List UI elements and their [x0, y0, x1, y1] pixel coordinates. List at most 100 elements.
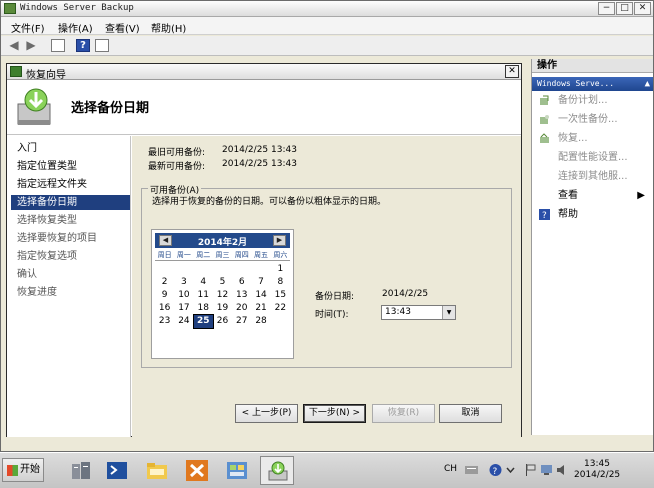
title-bar[interactable]: Windows Server Backup − □ ✕	[1, 1, 653, 17]
taskbar-clock[interactable]: 13:45 2014/2/25	[574, 459, 620, 481]
calendar-day[interactable]: 3	[174, 276, 193, 289]
minimize-button[interactable]: −	[598, 2, 615, 15]
action-backup-once[interactable]: 一次性备份...	[532, 110, 653, 129]
show-console-tree-icon[interactable]	[51, 39, 65, 52]
calendar-day[interactable]: 14	[251, 289, 270, 302]
help-icon: ?	[539, 209, 550, 220]
step-confirm: 确认	[17, 269, 37, 280]
calendar-day[interactable]: 11	[194, 289, 213, 302]
calendar-day[interactable]: 19	[213, 302, 232, 315]
calendar-day[interactable]: 2	[155, 276, 174, 289]
calendar-day[interactable]: 7	[251, 276, 270, 289]
calendar-day[interactable]: 16	[155, 302, 174, 315]
wizard-close-button[interactable]: ✕	[505, 65, 519, 78]
system-tray: CH ? 13:45 2014/2/25	[440, 453, 654, 488]
calendar-day[interactable]: 1	[271, 263, 290, 276]
chevron-down-icon[interactable]: ▼	[442, 306, 455, 319]
calendar-day[interactable]: 23	[155, 315, 174, 328]
taskbar-control-panel[interactable]	[220, 456, 254, 485]
close-button[interactable]: ✕	[634, 2, 651, 15]
action-connect-server[interactable]: 连接到其他服...	[532, 167, 653, 186]
taskbar-explorer[interactable]	[140, 456, 174, 485]
calendar-day[interactable]: 25	[192, 314, 214, 329]
menu-action[interactable]: 操作(A)	[58, 20, 93, 35]
clock-time: 13:45	[584, 459, 610, 469]
next-button[interactable]: 下一步(N) >	[303, 404, 366, 423]
collapse-icon[interactable]: ▲	[645, 77, 650, 91]
forward-arrow-icon[interactable]: ▶	[24, 39, 38, 52]
calendar-day[interactable]: 28	[251, 315, 270, 328]
control-panel-icon	[227, 462, 247, 479]
weekday-label: 周日	[157, 251, 172, 259]
taskbar-app[interactable]	[180, 456, 214, 485]
calendar-day[interactable]: 24	[174, 315, 193, 328]
wizard-title-bar[interactable]: 恢复向导 ✕	[7, 64, 521, 81]
calendar-day[interactable]: 13	[232, 289, 251, 302]
time-value: 13:43	[385, 307, 411, 317]
action-configure-performance[interactable]: 配置性能设置...	[532, 148, 653, 167]
volume-icon[interactable]	[556, 463, 569, 477]
backup-calendar[interactable]: ◀ 2014年2月 ▶ 周日 周一 周二 周三 周四 周五 周六 1234567…	[151, 229, 294, 359]
help-icon[interactable]: ?	[76, 39, 90, 52]
step-location-type: 指定位置类型	[17, 161, 77, 172]
start-button[interactable]: 开始	[2, 458, 44, 482]
input-language[interactable]: CH	[444, 464, 457, 474]
taskbar-powershell[interactable]	[100, 456, 134, 485]
window-title: Windows Server Backup	[20, 3, 134, 13]
office-app-icon	[186, 460, 208, 481]
action-recover[interactable]: 恢复...	[532, 129, 653, 148]
keyboard-icon[interactable]	[465, 463, 478, 477]
taskbar: 开始 CH ? 13:45 2014/2/25	[0, 452, 654, 488]
calendar-empty	[194, 263, 213, 276]
menu-file[interactable]: 文件(F)	[11, 20, 45, 35]
newest-backup-label: 最新可用备份:	[148, 162, 206, 172]
action-backup-schedule[interactable]: 备份计划...	[532, 91, 653, 110]
cancel-button[interactable]: 取消	[439, 404, 502, 423]
help-icon[interactable]: ?	[489, 463, 502, 477]
menu-view[interactable]: 查看(V)	[105, 20, 140, 35]
calendar-day[interactable]: 5	[213, 276, 232, 289]
flag-icon[interactable]	[524, 463, 537, 477]
action-help[interactable]: ? 帮助	[532, 205, 653, 224]
actions-section-header[interactable]: Windows Serve... ▲	[532, 77, 653, 91]
calendar-week: 1	[155, 263, 290, 276]
action-label: 备份计划...	[558, 95, 608, 106]
maximize-button[interactable]: □	[616, 2, 633, 15]
network-icon[interactable]	[540, 463, 553, 477]
action-label: 一次性备份...	[558, 114, 618, 125]
taskbar-windows-server-backup[interactable]	[260, 456, 294, 485]
calendar-day[interactable]: 21	[251, 302, 270, 315]
calendar-day[interactable]: 12	[213, 289, 232, 302]
calendar-day[interactable]: 20	[232, 302, 251, 315]
back-arrow-icon[interactable]: ◀	[7, 39, 21, 52]
calendar-week: 23 24 25 26 27 28	[155, 314, 290, 329]
recover-icon	[540, 133, 549, 143]
calendar-day[interactable]: 10	[174, 289, 193, 302]
submenu-arrow-icon: ▶	[637, 190, 645, 201]
weekday-label: 周二	[196, 251, 211, 259]
calendar-day[interactable]: 9	[155, 289, 174, 302]
calendar-day[interactable]: 15	[271, 289, 290, 302]
wizard-steps-panel: 入门 指定位置类型 指定远程文件夹 选择备份日期 选择恢复类型 选择要恢复的项目…	[7, 136, 131, 437]
calendar-day[interactable]: 6	[232, 276, 251, 289]
chevron-down-icon[interactable]	[504, 463, 517, 477]
menu-help[interactable]: 帮助(H)	[151, 20, 186, 35]
calendar-day[interactable]: 4	[194, 276, 213, 289]
calendar-day[interactable]: 8	[271, 276, 290, 289]
time-select[interactable]: 13:43 ▼	[381, 305, 456, 320]
taskbar-server-manager[interactable]	[64, 456, 98, 485]
calendar-empty	[251, 263, 270, 276]
calendar-day[interactable]: 17	[174, 302, 193, 315]
backup-date-value: 2014/2/25	[382, 289, 429, 299]
backup-date-label: 备份日期:	[315, 292, 355, 302]
calendar-day[interactable]: 26	[213, 315, 232, 328]
next-month-button[interactable]: ▶	[273, 235, 286, 246]
action-pane-toggle-icon[interactable]	[95, 39, 109, 52]
calendar-day[interactable]: 22	[271, 302, 290, 315]
calendar-day[interactable]: 18	[194, 302, 213, 315]
step-recovery-type: 选择恢复类型	[17, 215, 77, 226]
back-button[interactable]: < 上一步(P)	[235, 404, 298, 423]
calendar-day[interactable]: 27	[232, 315, 251, 328]
recover-button[interactable]: 恢复(R)	[372, 404, 435, 423]
action-view[interactable]: 查看 ▶	[532, 186, 653, 205]
